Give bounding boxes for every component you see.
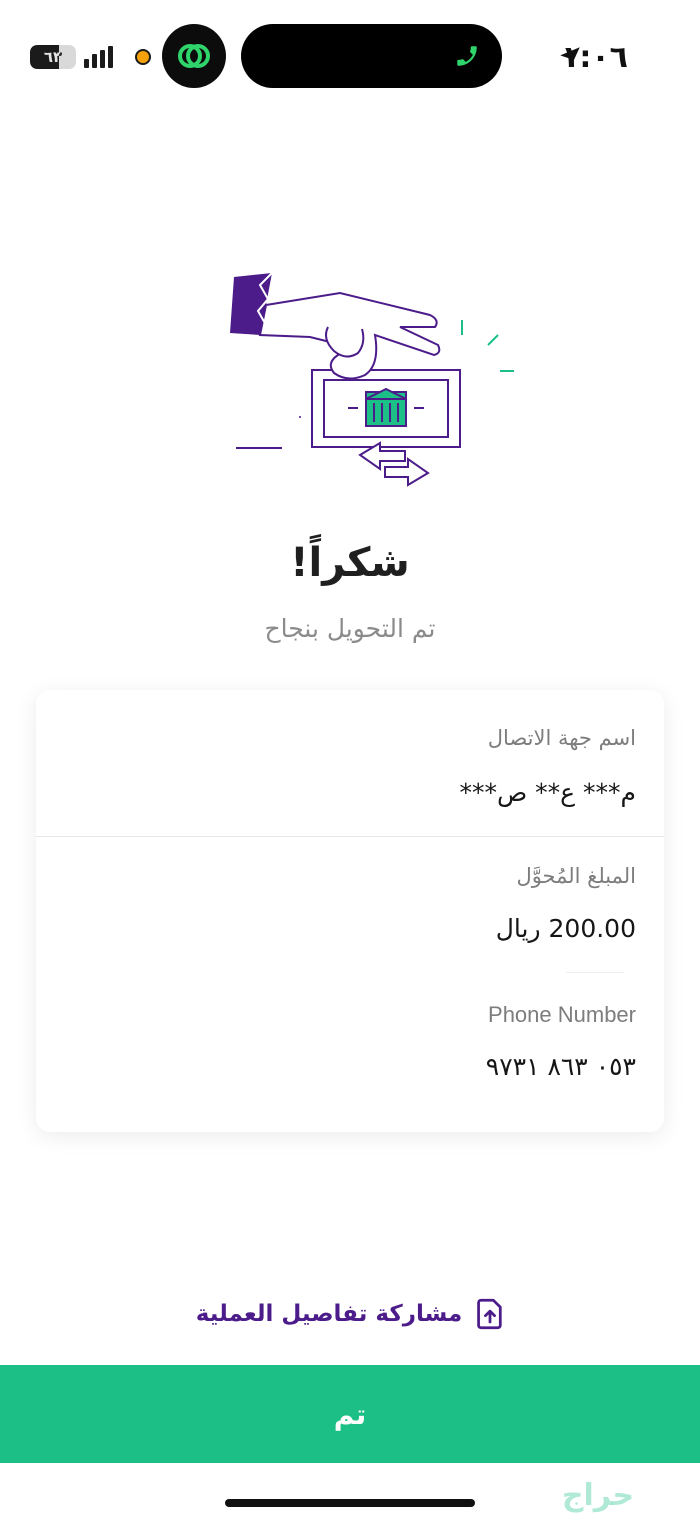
contact-name-value: م*** ع** ص*** [459,778,636,807]
signal-icon [84,46,116,68]
amount-label: المبلغ المُحوَّل [516,864,636,888]
home-indicator[interactable] [225,1499,475,1507]
recording-indicator-icon [135,49,151,65]
success-title: شكراً! [290,540,410,586]
success-subtitle: تم التحويل بنجاح [264,614,436,643]
done-button[interactable]: تم [0,1365,700,1463]
app-badge-icon [162,24,226,88]
battery-icon: ٦٣ [30,45,76,69]
share-upload-icon [477,1298,502,1330]
divider [566,972,624,973]
divider [36,836,664,837]
battery-percentage: ٦٣ [43,48,63,66]
watermark-logo: حراج [561,1478,635,1513]
done-button-label: تم [333,1397,367,1431]
share-transaction-label: مشاركة تفاصيل العملية [195,1301,463,1327]
money-transfer-illustration [230,272,514,487]
amount-value: 200.00 ريال [495,914,636,943]
share-transaction-button[interactable]: مشاركة تفاصيل العملية [0,1298,700,1330]
status-time: ١:٠٦ [561,40,628,75]
dynamic-island[interactable] [241,24,502,88]
phone-number-label: Phone Number [488,1002,636,1027]
contact-name-label: اسم جهة الاتصال [487,726,636,750]
transfer-details-card: اسم جهة الاتصال م*** ع** ص*** المبلغ الم… [36,690,664,1132]
phone-number-value: ٠٥٣ ٨٦٣ ٩٧٣١ [485,1052,636,1081]
phone-call-icon [457,46,477,66]
status-bar: ٦٣ ١:٠٦ [0,0,700,110]
